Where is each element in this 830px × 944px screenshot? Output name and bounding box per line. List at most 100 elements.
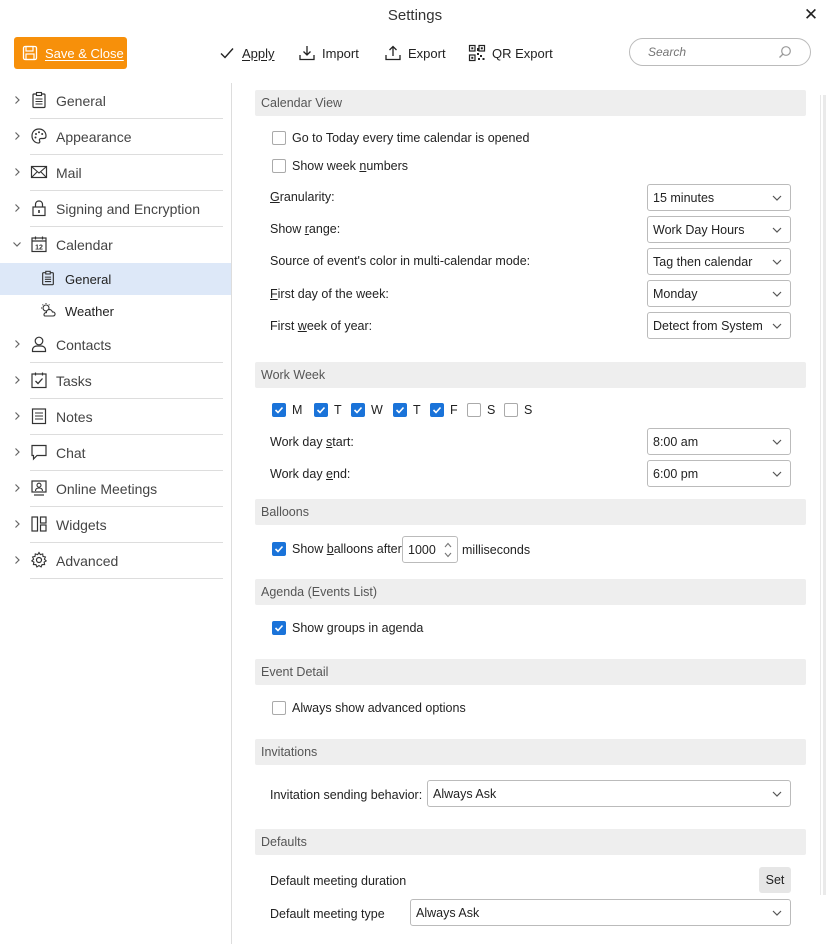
workday-checkbox[interactable]: T	[393, 403, 430, 417]
chevron-down-icon[interactable]	[443, 551, 453, 559]
task-check-icon	[30, 371, 48, 389]
checkbox-box[interactable]	[314, 403, 328, 417]
checkbox-box[interactable]	[272, 701, 286, 715]
invitation-behavior-select[interactable]: Always Ask	[427, 780, 791, 807]
show-balloons-checkbox[interactable]: Show balloons after	[272, 542, 402, 556]
checkbox-box[interactable]	[467, 403, 481, 417]
export-button[interactable]: Export	[384, 44, 446, 62]
sidebar-item-general[interactable]: General	[0, 83, 231, 119]
window-title: Settings	[387, 7, 443, 24]
color-source-label: Source of event's color in multi-calenda…	[270, 254, 531, 268]
workday-checkbox[interactable]: S	[504, 403, 541, 417]
chevron-right-icon	[12, 375, 22, 385]
balloons-delay-spinbox[interactable]: 1000	[402, 536, 458, 563]
show-week-numbers-checkbox[interactable]: Show week numbers	[272, 159, 408, 173]
checkbox-box[interactable]	[393, 403, 407, 417]
chevron-down-icon	[772, 226, 782, 234]
sidebar-subitem-calendar-general[interactable]: General	[0, 263, 231, 295]
section-agenda: Agenda (Events List)	[255, 579, 806, 605]
search-icon[interactable]	[778, 45, 792, 59]
workday-label: T	[413, 403, 421, 417]
workday-checkbox[interactable]: F	[430, 403, 467, 417]
search-input[interactable]	[648, 45, 776, 59]
sidebar-item-label: Tasks	[56, 373, 92, 389]
work-day-end-select[interactable]: 6:00 pm	[647, 460, 791, 487]
sidebar-item-calendar[interactable]: 12 Calendar	[0, 227, 231, 263]
apply-button[interactable]: Apply	[218, 44, 275, 62]
spinbox-value: 1000	[408, 542, 436, 557]
checkbox-box[interactable]	[272, 131, 286, 145]
workday-checkbox[interactable]: M	[272, 403, 314, 417]
set-duration-button[interactable]: Set	[759, 867, 791, 893]
settings-content: Calendar View Go to Today every time cal…	[232, 83, 830, 944]
scrollbar-thumb[interactable]	[823, 95, 826, 895]
work-day-start-select[interactable]: 8:00 am	[647, 428, 791, 455]
chevron-right-icon	[12, 203, 22, 213]
chevron-right-icon	[12, 131, 22, 141]
workday-checkbox[interactable]: W	[351, 403, 393, 417]
sidebar-item-label: Online Meetings	[56, 481, 158, 497]
checkbox-label: Show balloons after	[292, 542, 402, 556]
granularity-select[interactable]: 15 minutes	[647, 184, 791, 211]
sidebar-item-label: Signing and Encryption	[56, 201, 200, 217]
select-value: Monday	[653, 286, 698, 301]
chevron-down-icon	[772, 322, 782, 330]
workday-label: M	[292, 403, 303, 417]
chevron-down-icon	[772, 258, 782, 266]
sidebar-item-label: Notes	[56, 409, 93, 425]
checkbox-box[interactable]	[272, 159, 286, 173]
go-to-today-checkbox[interactable]: Go to Today every time calendar is opene…	[272, 131, 529, 145]
default-type-label: Default meeting type	[270, 907, 385, 921]
sidebar-item-signing-encryption[interactable]: Signing and Encryption	[0, 191, 231, 227]
show-groups-checkbox[interactable]: Show groups in agenda	[272, 621, 423, 635]
checkbox-box[interactable]	[430, 403, 444, 417]
chevron-right-icon	[12, 555, 22, 565]
sidebar-item-label: Widgets	[56, 517, 107, 533]
checkbox-box[interactable]	[272, 621, 286, 635]
sidebar-item-label: Calendar	[56, 237, 113, 253]
checkbox-box[interactable]	[272, 542, 286, 556]
qr-export-button[interactable]: QR Export	[468, 44, 553, 62]
chevron-right-icon	[12, 95, 22, 105]
checkbox-box[interactable]	[351, 403, 365, 417]
default-meeting-type-select[interactable]: Always Ask	[410, 899, 791, 926]
sidebar-subitem-calendar-weather[interactable]: Weather	[0, 295, 231, 327]
sidebar-item-appearance[interactable]: Appearance	[0, 119, 231, 155]
sidebar-item-tasks[interactable]: Tasks	[0, 363, 231, 399]
content-scrollbar[interactable]	[820, 95, 826, 895]
first-day-select[interactable]: Monday	[647, 280, 791, 307]
workday-checkbox[interactable]: T	[314, 403, 351, 417]
work-day-end-label: Work day end:	[270, 467, 351, 481]
save-close-button[interactable]: Save & Close	[14, 37, 127, 69]
sidebar-item-advanced[interactable]: Advanced	[0, 543, 231, 579]
sidebar-item-chat[interactable]: Chat	[0, 435, 231, 471]
workday-label: T	[334, 403, 342, 417]
checkbox-box[interactable]	[504, 403, 518, 417]
chevron-down-icon	[772, 290, 782, 298]
section-header: Event Detail	[261, 665, 329, 679]
always-show-advanced-checkbox[interactable]: Always show advanced options	[272, 701, 466, 715]
sidebar-item-online-meetings[interactable]: Online Meetings	[0, 471, 231, 507]
workday-checkbox[interactable]: S	[467, 403, 504, 417]
weather-icon	[40, 302, 56, 318]
export-label: Export	[408, 45, 446, 61]
chevron-up-icon[interactable]	[443, 541, 453, 549]
sidebar-item-notes[interactable]: Notes	[0, 399, 231, 435]
chevron-down-icon	[772, 470, 782, 478]
checkbox-label: Always show advanced options	[292, 701, 466, 715]
svg-text:12: 12	[35, 245, 43, 252]
sidebar-item-widgets[interactable]: Widgets	[0, 507, 231, 543]
sidebar-item-mail[interactable]: Mail	[0, 155, 231, 191]
workday-label: W	[371, 403, 383, 417]
show-range-select[interactable]: Work Day Hours	[647, 216, 791, 243]
sidebar-item-contacts[interactable]: Contacts	[0, 327, 231, 363]
search-box[interactable]	[629, 38, 811, 66]
save-close-label: Save & Close	[45, 45, 124, 61]
import-button[interactable]: Import	[298, 44, 359, 62]
color-source-select[interactable]: Tag then calendar	[647, 248, 791, 275]
checkbox-box[interactable]	[272, 403, 286, 417]
close-icon[interactable]: ✕	[802, 6, 820, 24]
import-label: Import	[322, 45, 359, 61]
first-week-select[interactable]: Detect from System	[647, 312, 791, 339]
work-day-start-label: Work day start:	[270, 435, 354, 449]
